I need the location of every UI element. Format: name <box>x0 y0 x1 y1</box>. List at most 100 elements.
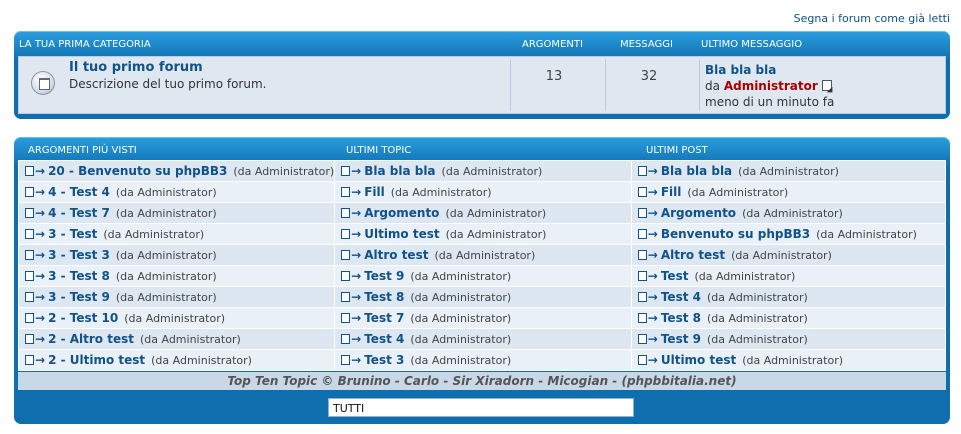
topic-icon <box>25 313 34 323</box>
latest-topic-topic-link[interactable]: Altro test <box>364 248 428 262</box>
latest-post-topic-link[interactable]: Benvenuto su phpBB3 <box>661 227 810 241</box>
most-viewed-topic-link[interactable]: 3 - Test 3 <box>48 248 110 262</box>
arrow-right-icon: → <box>351 332 362 346</box>
latest-post-cell: → Bla bla bla (da Administrator) <box>630 160 947 182</box>
last-post-column-header: ULTIMO MESSAGGIO <box>701 39 803 50</box>
latest-topic-topic-link[interactable]: Ultimo test <box>364 227 439 241</box>
topic-author: (da Administrator) <box>816 228 917 241</box>
latest-post-topic-link[interactable]: Ultimo test <box>661 353 736 367</box>
latest-posts-header: ULTIMI POST <box>646 145 708 156</box>
most-viewed-topic-link[interactable]: 2 - Test 10 <box>48 311 118 325</box>
topic-author: (da Administrator) <box>441 165 543 178</box>
table-row: → 3 - Test 8 (da Administrator) → Test 9 (da … <box>17 265 947 287</box>
topic-author: (da Administrator) <box>390 186 492 199</box>
category-title[interactable]: LA TUA PRIMA CATEGORIA <box>19 39 151 50</box>
most-viewed-cell: → 2 - Test 10 (da Administrator) <box>17 307 336 329</box>
latest-post-cell: → Test 8 (da Administrator) <box>630 307 947 329</box>
latest-post-topic-link[interactable]: Test <box>661 269 689 283</box>
most-viewed-topic-link[interactable]: 4 - Test 7 <box>48 206 110 220</box>
view-latest-post-icon[interactable] <box>821 80 832 91</box>
most-viewed-topic-link[interactable]: 2 - Ultimo test <box>48 353 145 367</box>
topic-icon <box>25 250 34 260</box>
latest-topic-topic-link[interactable]: Test 8 <box>364 290 404 304</box>
most-viewed-topic-link[interactable]: 20 - Benvenuto su phpBB3 <box>48 164 227 178</box>
latest-post-topic-link[interactable]: Test 9 <box>661 332 701 346</box>
most-viewed-header: ARGOMENTI PIÙ VISTI <box>28 145 137 156</box>
topic-author: (da Administrator) <box>151 354 252 367</box>
latest-topic-topic-link[interactable]: Test 3 <box>364 353 404 367</box>
topic-icon <box>341 271 351 281</box>
most-viewed-cell: → 20 - Benvenuto su phpBB3 (da Administrat… <box>17 160 336 182</box>
topic-author: (da Administrator) <box>410 312 512 325</box>
arrow-right-icon: → <box>647 269 658 283</box>
arrow-right-icon: → <box>35 332 46 346</box>
topic-filter-select[interactable]: TUTTI <box>328 398 634 417</box>
forum-title-link[interactable]: Il tuo primo forum <box>69 60 203 75</box>
latest-post-topic-link[interactable]: Altro test <box>661 248 725 262</box>
topic-icon <box>637 166 647 176</box>
latest-post-cell: → Altro test (da Administrator) <box>630 244 947 266</box>
mark-forums-read-link[interactable]: Segna i forum come già letti <box>794 12 950 25</box>
topic-icon <box>341 313 351 323</box>
posts-column-header: MESSAGGI <box>620 39 673 50</box>
topic-author: (da Administrator) <box>103 228 205 241</box>
topic-author: (da Administrator) <box>115 186 217 199</box>
latest-topic-cell: → Test 4 (da Administrator) <box>334 328 632 350</box>
topic-author: (da Administrator) <box>410 291 512 304</box>
topic-author: (da Administrator) <box>410 270 512 283</box>
latest-topic-cell: → Argomento (da Administrator) <box>334 202 632 224</box>
latest-topic-topic-link[interactable]: Argomento <box>364 206 439 220</box>
topic-icon <box>341 229 351 239</box>
arrow-right-icon: → <box>351 269 362 283</box>
topic-icon <box>25 166 34 176</box>
most-viewed-topic-link[interactable]: 3 - Test 9 <box>48 290 110 304</box>
topic-icon <box>25 292 34 302</box>
topics-column-header: ARGOMENTI <box>522 39 583 50</box>
forum-posts-count: 32 <box>640 69 658 84</box>
topic-author: (da Administrator) <box>115 270 217 283</box>
latest-topic-cell: → Test 9 (da Administrator) <box>334 265 632 287</box>
topic-icon <box>341 208 351 218</box>
category-panel: LA TUA PRIMA CATEGORIA ARGOMENTI MESSAGG… <box>14 31 950 119</box>
latest-topic-topic-link[interactable]: Bla bla bla <box>364 164 435 178</box>
top-ten-credits: Top Ten Topic © Brunino - Carlo - Sir Xi… <box>18 372 946 390</box>
topic-icon <box>637 187 647 197</box>
topic-icon <box>637 334 647 344</box>
arrow-right-icon: → <box>351 206 362 220</box>
topic-icon <box>637 313 647 323</box>
latest-topic-topic-link[interactable]: Test 4 <box>364 332 404 346</box>
last-post-by-prefix: da <box>705 79 720 93</box>
latest-post-topic-link[interactable]: Fill <box>661 185 682 199</box>
most-viewed-cell: → 3 - Test (da Administrator) <box>17 223 336 245</box>
most-viewed-cell: → 2 - Ultimo test (da Administrator) <box>17 349 336 371</box>
latest-post-cell: → Fill (da Administrator) <box>630 181 947 203</box>
last-post-author-link[interactable]: Administrator <box>724 79 818 93</box>
last-post-title-link[interactable]: Bla bla bla <box>705 63 776 77</box>
latest-topic-topic-link[interactable]: Test 7 <box>364 311 404 325</box>
topic-icon <box>341 334 351 344</box>
latest-post-topic-link[interactable]: Argomento <box>661 206 736 220</box>
latest-topic-topic-link[interactable]: Fill <box>364 185 385 199</box>
arrow-right-icon: → <box>647 227 658 241</box>
topic-icon <box>637 292 647 302</box>
arrow-right-icon: → <box>35 164 46 178</box>
forum-read-icon <box>31 71 55 95</box>
arrow-right-icon: → <box>647 164 658 178</box>
latest-topic-topic-link[interactable]: Test 9 <box>364 269 404 283</box>
arrow-right-icon: → <box>647 248 658 262</box>
divider <box>605 59 606 111</box>
latest-post-topic-link[interactable]: Test 4 <box>661 290 701 304</box>
latest-post-topic-link[interactable]: Bla bla bla <box>661 164 732 178</box>
topic-icon <box>25 187 34 197</box>
latest-topic-cell: → Ultimo test (da Administrator) <box>334 223 632 245</box>
topic-icon <box>25 229 34 239</box>
most-viewed-topic-link[interactable]: 4 - Test 4 <box>48 185 110 199</box>
most-viewed-topic-link[interactable]: 2 - Altro test <box>48 332 134 346</box>
most-viewed-topic-link[interactable]: 3 - Test 8 <box>48 269 110 283</box>
latest-post-cell: → Test 9 (da Administrator) <box>630 328 947 350</box>
most-viewed-topic-link[interactable]: 3 - Test <box>48 227 97 241</box>
arrow-right-icon: → <box>351 311 362 325</box>
arrow-right-icon: → <box>35 185 46 199</box>
latest-post-topic-link[interactable]: Test 8 <box>661 311 701 325</box>
topic-author: (da Administrator) <box>706 333 808 346</box>
